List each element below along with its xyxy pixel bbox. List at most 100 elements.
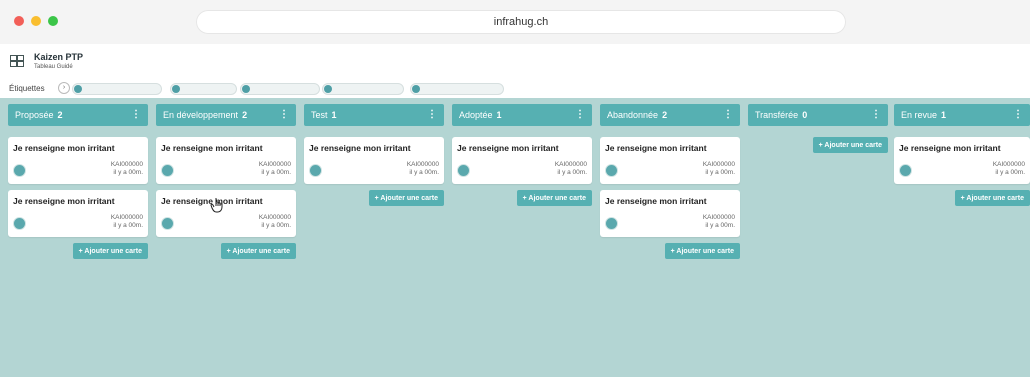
label-filter-pill[interactable]: [410, 83, 504, 95]
add-card-button[interactable]: + Ajouter une carte: [368, 190, 444, 206]
column-count: 2: [242, 110, 248, 120]
more-vertical-icon[interactable]: ⋮: [131, 109, 141, 120]
more-vertical-icon[interactable]: ⋮: [279, 109, 289, 120]
avatar[interactable]: [605, 217, 618, 230]
avatar[interactable]: [899, 164, 912, 177]
card-title: Je renseigne mon irritant: [605, 196, 707, 206]
card[interactable]: Je renseigne mon irritant KAI000000 il y…: [452, 137, 592, 184]
card[interactable]: Je renseigne mon irritant KAI000000 il y…: [894, 137, 1030, 184]
card[interactable]: Je renseigne mon irritant KAI000000 il y…: [156, 137, 296, 184]
card-id: KAI000000: [702, 214, 735, 221]
label-color-icon: [324, 85, 332, 93]
card-id: KAI000000: [554, 161, 587, 168]
card-id: KAI000000: [110, 161, 143, 168]
column-en-revue: En revue 1 ⋮ Je renseigne mon irritant KA…: [894, 104, 1030, 206]
column-title: En développement: [163, 110, 239, 120]
add-card-button[interactable]: + Ajouter une carte: [220, 243, 296, 259]
column-header[interactable]: Test 1 ⋮: [304, 104, 444, 126]
card-title: Je renseigne mon irritant: [899, 143, 1001, 153]
maximize-window-icon[interactable]: [48, 16, 58, 26]
card-time: il y a 00m.: [261, 169, 291, 176]
card-title: Je renseigne mon irritant: [309, 143, 411, 153]
more-vertical-icon[interactable]: ⋮: [427, 109, 437, 120]
column-transferee: Transférée 0 ⋮ + Ajouter une carte: [748, 104, 888, 153]
card[interactable]: Je renseigne mon irritant KAI000000 il y…: [304, 137, 444, 184]
labels-title[interactable]: Étiquettes: [9, 84, 45, 93]
browser-chrome: infrahug.ch: [0, 0, 1030, 45]
column-count: 2: [662, 110, 668, 120]
column-en-developpement: En développement 2 ⋮ Je renseigne mon irr…: [156, 104, 296, 259]
card-id: KAI000000: [258, 214, 291, 221]
column-count: 1: [941, 110, 947, 120]
card-title: Je renseigne mon irritant: [13, 143, 115, 153]
column-count: 2: [57, 110, 63, 120]
card[interactable]: Je renseigne mon irritant KAI000000 il y…: [8, 190, 148, 237]
label-filter-pill[interactable]: [170, 83, 237, 95]
address-bar-url: infrahug.ch: [493, 16, 549, 28]
column-title: Abandonnée: [607, 110, 659, 120]
column-count: 1: [331, 110, 337, 120]
more-vertical-icon[interactable]: ⋮: [871, 109, 881, 120]
column-count: 1: [496, 110, 502, 120]
card[interactable]: Je renseigne mon irritant KAI000000 il y…: [600, 190, 740, 237]
label-filter-pill[interactable]: [240, 83, 320, 95]
column-header[interactable]: Transférée 0 ⋮: [748, 104, 888, 126]
card-time: il y a 00m.: [557, 169, 587, 176]
more-vertical-icon[interactable]: ⋮: [723, 109, 733, 120]
column-title: Proposée: [15, 110, 54, 120]
card-time: il y a 00m.: [409, 169, 439, 176]
card[interactable]: Je renseigne mon irritant KAI000000 il y…: [8, 137, 148, 184]
avatar[interactable]: [605, 164, 618, 177]
avatar[interactable]: [161, 217, 174, 230]
board-grid-icon[interactable]: [10, 55, 24, 67]
add-card-button[interactable]: + Ajouter une carte: [812, 137, 888, 153]
avatar[interactable]: [457, 164, 470, 177]
more-vertical-icon[interactable]: ⋮: [575, 109, 585, 120]
add-card-button[interactable]: + Ajouter une carte: [664, 243, 740, 259]
card-title: Je renseigne mon irritant: [13, 196, 115, 206]
screen: infrahug.ch Kaizen PTP Tableau Guidé Éti…: [0, 0, 1030, 377]
card[interactable]: Je renseigne mon irritant KAI000000 il y…: [600, 137, 740, 184]
avatar[interactable]: [309, 164, 322, 177]
column-header[interactable]: Abandonnée 2 ⋮: [600, 104, 740, 126]
column-adoptee: Adoptée 1 ⋮ Je renseigne mon irritant KAI…: [452, 104, 592, 206]
label-filter-pill[interactable]: [72, 83, 162, 95]
card-id: KAI000000: [110, 214, 143, 221]
column-title: Transférée: [755, 110, 799, 120]
card-title: Je renseigne mon irritant: [457, 143, 559, 153]
column-title: En revue: [901, 110, 938, 120]
label-color-icon: [172, 85, 180, 93]
column-test: Test 1 ⋮ Je renseigne mon irritant KAI000…: [304, 104, 444, 206]
close-window-icon[interactable]: [14, 16, 24, 26]
card-time: il y a 00m.: [113, 169, 143, 176]
hand-cursor-icon: [210, 198, 223, 213]
card-time: il y a 00m.: [705, 222, 735, 229]
label-color-icon: [242, 85, 250, 93]
column-header[interactable]: Proposée 2 ⋮: [8, 104, 148, 126]
avatar[interactable]: [13, 164, 26, 177]
add-card-button[interactable]: + Ajouter une carte: [954, 190, 1030, 206]
column-title: Adoptée: [459, 110, 493, 120]
minimize-window-icon[interactable]: [31, 16, 41, 26]
avatar[interactable]: [161, 164, 174, 177]
add-card-button[interactable]: + Ajouter une carte: [516, 190, 592, 206]
avatar[interactable]: [13, 217, 26, 230]
column-header[interactable]: En revue 1 ⋮: [894, 104, 1030, 126]
column-header[interactable]: Adoptée 1 ⋮: [452, 104, 592, 126]
more-vertical-icon[interactable]: ⋮: [1013, 109, 1023, 120]
column-header[interactable]: En développement 2 ⋮: [156, 104, 296, 126]
add-card-button[interactable]: + Ajouter une carte: [72, 243, 148, 259]
app-title: Kaizen PTP: [34, 52, 84, 62]
card-time: il y a 00m.: [113, 222, 143, 229]
card-id: KAI000000: [406, 161, 439, 168]
column-count: 0: [802, 110, 808, 120]
card-time: il y a 00m.: [261, 222, 291, 229]
chevron-right-icon[interactable]: ›: [58, 82, 70, 94]
label-color-icon: [74, 85, 82, 93]
card-id: KAI000000: [992, 161, 1025, 168]
column-proposee: Proposée 2 ⋮ Je renseigne mon irritant KA…: [8, 104, 148, 259]
address-bar[interactable]: infrahug.ch: [196, 10, 846, 34]
app-subtitle: Tableau Guidé: [34, 64, 73, 70]
card-time: il y a 00m.: [995, 169, 1025, 176]
label-filter-pill[interactable]: [322, 83, 404, 95]
